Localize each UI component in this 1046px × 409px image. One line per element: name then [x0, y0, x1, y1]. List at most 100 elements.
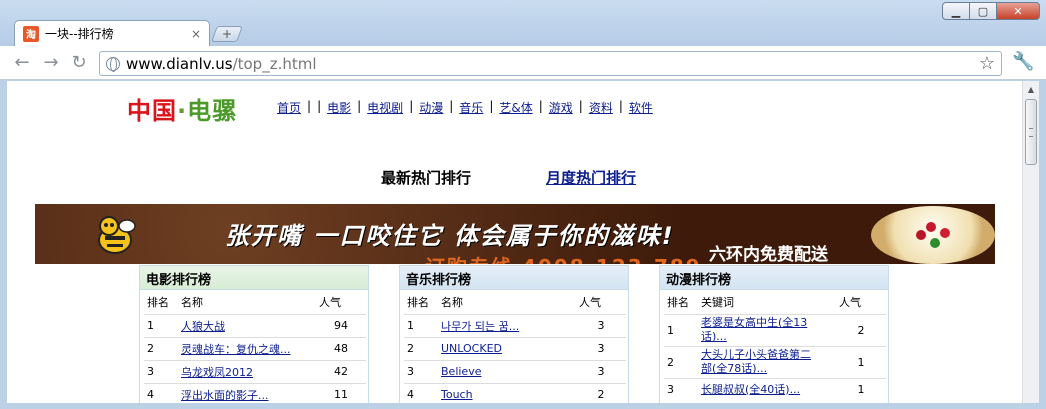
rank-cell: 1: [404, 313, 438, 337]
nav-games[interactable]: 游戏: [549, 99, 573, 116]
url-host: www.dianlv.us: [126, 54, 233, 73]
movie-link[interactable]: 乌龙戏凤2012: [181, 366, 253, 379]
nav-separator: |: [317, 99, 322, 113]
scroll-up-icon[interactable]: ▲: [1023, 81, 1039, 97]
pop-cell: 3: [576, 313, 626, 337]
nav-arts-sports[interactable]: 艺&体: [499, 99, 532, 116]
globe-icon: [106, 56, 120, 72]
nav-anime[interactable]: 动漫: [419, 99, 443, 116]
movie-link[interactable]: 浮出水面的影子...: [181, 389, 269, 402]
movie-link[interactable]: 灵魂战车：复仇之魂...: [181, 343, 291, 356]
col-name: 名称: [441, 295, 463, 309]
nav-tv[interactable]: 电视剧: [367, 99, 403, 116]
monthly-hot-ranking-link[interactable]: 月度热门排行: [546, 167, 636, 188]
tab-close-icon[interactable]: ×: [191, 27, 201, 41]
pop-cell: 42: [316, 359, 366, 383]
vertical-scrollbar[interactable]: ▲: [1022, 81, 1039, 403]
rank-cell: 2: [664, 345, 698, 378]
window-frame-bottom: [0, 403, 1046, 409]
pop-cell: 1: [836, 345, 886, 378]
music-link[interactable]: Touch: [441, 388, 473, 401]
pop-cell: 3: [576, 336, 626, 360]
movie-ranking-panel: 电影排行榜 排名 名称 人气 1 人狼大战 94 2 灵魂战车：复仇之魂... 48 3 乌龙…: [139, 265, 369, 403]
col-pop: 人气: [319, 295, 341, 309]
address-bar[interactable]: www.dianlv.us/top_z.html ☆: [99, 51, 1002, 76]
browser-tab[interactable]: 淘 一块--排行榜 ×: [14, 20, 210, 46]
new-tab-button[interactable]: +: [211, 26, 243, 42]
close-window-icon[interactable]: ✕: [996, 2, 1040, 20]
logo-dot: ·: [177, 97, 188, 125]
nav-separator: |: [489, 99, 494, 113]
anime-link[interactable]: 老婆是女高中生(全13话)...: [701, 316, 817, 344]
nav-movie[interactable]: 电影: [327, 99, 351, 116]
anime-link[interactable]: 长腿叔叔(全40话)...: [701, 383, 817, 397]
anime-link[interactable]: 大头儿子小头爸爸第二部(全78话)...: [701, 348, 817, 376]
col-name: 名称: [181, 295, 203, 309]
ranking-table: 排名 名称 人气 1 나무가 되는 꿈... 3 2 UNLOCKED 3 3 Believe…: [404, 290, 626, 403]
table-row: 4 浮出水面的影子... 11: [144, 382, 366, 403]
ranking-table: 排名 关键词 人气 1 老婆是女高中生(全13话)... 2 2 大头儿子小头爸爸第二部(…: [664, 290, 886, 401]
table-row: 2 UNLOCKED 3: [404, 336, 626, 360]
pop-cell: 2: [836, 313, 886, 346]
logo-text-china: 中国: [127, 97, 177, 125]
forward-arrow-icon[interactable]: →: [42, 54, 60, 72]
music-link[interactable]: Believe: [441, 365, 481, 378]
nav-home[interactable]: 首页: [277, 99, 301, 116]
table-row: 1 老婆是女高中生(全13话)... 2: [664, 313, 886, 346]
nav-resources[interactable]: 资料: [589, 99, 613, 116]
tab-favicon-icon: 淘: [23, 25, 39, 42]
site-nav: 首页 | | 电影 | 电视剧 | 动漫 | 音乐 | 艺&体 | 游戏 | 资料 | 软件: [277, 99, 653, 116]
col-rank: 排名: [667, 295, 689, 309]
wrench-menu-icon[interactable]: 🔧: [1012, 51, 1034, 72]
music-link[interactable]: 나무가 되는 꿈...: [441, 320, 519, 333]
back-arrow-icon[interactable]: ←: [13, 54, 31, 72]
banner-hotline: 订购专线 4008-123-789: [425, 251, 702, 264]
table-row: 4 Touch 2: [404, 382, 626, 403]
plus-icon: +: [221, 27, 233, 41]
rank-cell: 4: [144, 382, 178, 403]
col-keyword: 关键词: [701, 295, 734, 309]
minimize-icon[interactable]: ▁: [942, 2, 970, 20]
bookmark-star-icon[interactable]: ☆: [979, 53, 995, 74]
rank-cell: 2: [404, 336, 438, 360]
music-link[interactable]: UNLOCKED: [441, 342, 502, 355]
rank-cell: 1: [144, 313, 178, 337]
rank-cell: 3: [664, 377, 698, 401]
pop-cell: 2: [576, 382, 626, 403]
ad-banner[interactable]: 张开嘴 一口咬住它 体会属于你的滋味! 订购专线 4008-123-789 六环…: [35, 204, 995, 264]
cake-image: [871, 206, 995, 264]
pop-cell: 48: [316, 336, 366, 360]
ranking-table: 排名 名称 人气 1 人狼大战 94 2 灵魂战车：复仇之魂... 48 3 乌龙戏凤2012…: [144, 290, 366, 403]
latest-hot-ranking-title: 最新热门排行: [381, 169, 472, 187]
table-row: 2 大头儿子小头爸爸第二部(全78话)... 1: [664, 345, 886, 378]
url-path: /top_z.html: [232, 54, 317, 73]
nav-separator: |: [307, 99, 312, 113]
table-row: 1 人狼大战 94: [144, 313, 366, 337]
pop-cell: 3: [576, 359, 626, 383]
nav-separator: |: [357, 99, 362, 113]
nav-separator: |: [449, 99, 454, 113]
scroll-thumb[interactable]: [1025, 99, 1037, 165]
pop-cell: 94: [316, 313, 366, 337]
panel-title: 音乐排行榜: [400, 266, 628, 290]
rank-cell: 3: [144, 359, 178, 383]
pop-cell: 11: [316, 382, 366, 403]
page-viewport: 中国·电骡 首页 | | 电影 | 电视剧 | 动漫 | 音乐 | 艺&体 | 游戏 | 资料 |…: [7, 81, 1022, 403]
nav-separator: |: [618, 99, 623, 113]
maximize-icon[interactable]: ▢: [969, 2, 997, 20]
table-row: 3 乌龙戏凤2012 42: [144, 359, 366, 383]
nav-separator: |: [409, 99, 414, 113]
movie-link[interactable]: 人狼大战: [181, 320, 225, 333]
bee-mascot-icon: [98, 216, 136, 254]
nav-music[interactable]: 音乐: [459, 99, 483, 116]
col-rank: 排名: [407, 295, 429, 309]
nav-separator: |: [538, 99, 543, 113]
pop-cell: 1: [836, 377, 886, 401]
rank-cell: 2: [144, 336, 178, 360]
reload-icon[interactable]: ↻: [70, 54, 88, 72]
col-pop: 人气: [839, 295, 861, 309]
table-row: 2 灵魂战车：复仇之魂... 48: [144, 336, 366, 360]
table-row: 1 나무가 되는 꿈... 3: [404, 313, 626, 337]
site-logo[interactable]: 中国·电骡: [127, 91, 237, 126]
nav-software[interactable]: 软件: [629, 99, 653, 116]
